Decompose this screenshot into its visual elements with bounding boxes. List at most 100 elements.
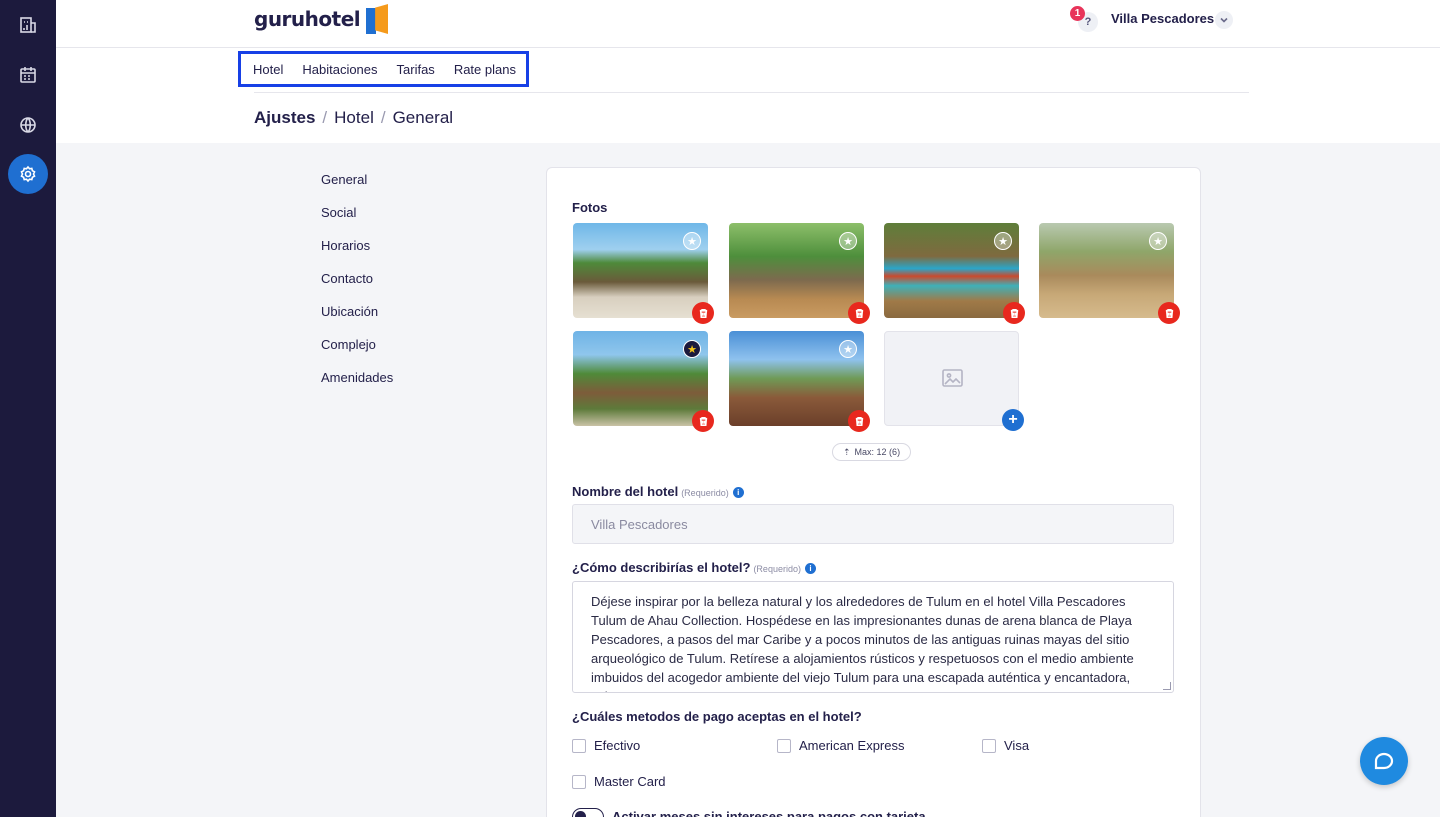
payment-option-label: Visa — [1004, 738, 1030, 753]
brand-mark-icon — [366, 4, 389, 34]
sidebar-settings-button[interactable] — [8, 154, 48, 194]
hotel-name-label-text: Nombre del hotel — [572, 484, 679, 499]
general-settings-card: Fotos ★ ★ ★ ★ ★ ★ + ⇡ Max: 12 (6) Nombre… — [546, 167, 1201, 817]
payment-option-label: Efectivo — [594, 738, 641, 753]
description-label-text: ¿Cómo describirías el hotel? — [572, 560, 751, 575]
star-icon[interactable]: ★ — [1149, 232, 1167, 250]
building-chart-icon — [20, 17, 36, 33]
tab-habitaciones[interactable]: Habitaciones — [302, 62, 377, 77]
resize-handle[interactable] — [1163, 682, 1171, 690]
delete-photo-button[interactable] — [848, 410, 870, 432]
breadcrumb: Ajustes / Hotel / General — [254, 108, 453, 128]
settings-item-contacto[interactable]: Contacto — [321, 271, 393, 304]
globe-icon — [20, 117, 36, 133]
breadcrumb-separator: / — [322, 108, 328, 127]
notification-badge: 1 — [1070, 6, 1085, 21]
info-icon[interactable]: i — [804, 563, 816, 575]
trash-icon — [699, 416, 707, 426]
hotel-photo[interactable]: ★ — [1039, 223, 1180, 324]
delete-photo-button[interactable] — [1158, 302, 1180, 324]
image-placeholder-icon — [942, 369, 963, 387]
hotel-switcher-name[interactable]: Villa Pescadores — [1111, 11, 1214, 26]
star-icon[interactable]: ★ — [994, 232, 1012, 250]
chevron-down-icon — [1220, 17, 1228, 23]
payment-option-label: American Express — [799, 738, 905, 753]
settings-item-horarios[interactable]: Horarios — [321, 238, 393, 271]
upload-limit-pill[interactable]: ⇡ Max: 12 (6) — [832, 443, 912, 461]
help-button[interactable]: ? 1 — [1070, 6, 1098, 32]
checkbox[interactable] — [572, 774, 586, 789]
tab-rate-plans[interactable]: Rate plans — [454, 62, 516, 77]
star-icon[interactable]: ★ — [683, 232, 701, 250]
description-textarea[interactable]: Déjese inspirar por la belleza natural y… — [572, 581, 1174, 693]
payment-methods-label: ¿Cuáles metodos de pago aceptas en el ho… — [572, 709, 862, 724]
star-icon[interactable]: ★ — [839, 232, 857, 250]
breadcrumb-root[interactable]: Ajustes — [254, 108, 315, 128]
trash-icon — [699, 308, 707, 318]
trash-icon — [1165, 308, 1173, 318]
required-hint: (Requerido) — [681, 488, 729, 498]
delete-photo-button[interactable] — [692, 302, 714, 324]
info-icon[interactable]: i — [732, 487, 744, 499]
brand-logo[interactable]: guruhotel — [254, 2, 389, 36]
delete-photo-button[interactable] — [848, 302, 870, 324]
hotel-name-input[interactable]: Villa Pescadores — [572, 504, 1174, 544]
tab-tarifas[interactable]: Tarifas — [397, 62, 435, 77]
settings-menu: General Social Horarios Contacto Ubicaci… — [321, 172, 393, 403]
msi-toggle[interactable] — [572, 808, 604, 817]
payment-option-label: Master Card — [594, 774, 666, 789]
hotel-photo[interactable]: ★ — [573, 223, 714, 324]
checkbox[interactable] — [982, 738, 996, 753]
breadcrumb-section[interactable]: Hotel — [334, 108, 374, 128]
breadcrumb-page: General — [392, 108, 454, 127]
sidebar-calendar-button[interactable] — [8, 55, 48, 95]
sidebar-globe-button[interactable] — [8, 105, 48, 145]
hotel-photo[interactable]: ★ — [729, 223, 870, 324]
hotel-photo[interactable]: ★ — [729, 331, 870, 432]
gear-icon — [20, 165, 36, 183]
tab-hotel[interactable]: Hotel — [253, 62, 283, 77]
required-hint: (Requerido) — [753, 564, 801, 574]
add-photo-button[interactable]: + — [1002, 409, 1024, 431]
payment-option-efectivo[interactable]: Efectivo — [572, 738, 640, 753]
calendar-icon — [20, 67, 36, 83]
header-divider — [56, 47, 1440, 48]
chat-launcher-button[interactable] — [1360, 737, 1408, 785]
hotel-photo[interactable]: ★ — [573, 331, 714, 432]
delete-photo-button[interactable] — [1003, 302, 1025, 324]
payment-option-amex[interactable]: American Express — [777, 738, 904, 753]
chat-bubble-icon — [1374, 752, 1394, 770]
trash-icon — [855, 416, 863, 426]
sidebar-dashboard-button[interactable] — [8, 5, 48, 45]
toggle-knob — [575, 811, 586, 817]
settings-item-social[interactable]: Social — [321, 205, 393, 238]
settings-tabs: Hotel Habitaciones Tarifas Rate plans — [238, 51, 529, 87]
payment-option-visa[interactable]: Visa — [982, 738, 1029, 753]
upload-icon: ⇡ — [843, 446, 851, 457]
checkbox[interactable] — [777, 738, 791, 753]
payment-option-mastercard[interactable]: Master Card — [572, 774, 666, 789]
trash-icon — [1010, 308, 1018, 318]
upload-limit-text: Max: 12 (6) — [854, 447, 901, 457]
featured-star-icon[interactable]: ★ — [683, 340, 701, 358]
breadcrumb-separator: / — [380, 108, 386, 127]
trash-icon — [855, 308, 863, 318]
brand-name: guruhotel — [254, 7, 361, 31]
hotel-switcher-toggle[interactable] — [1215, 11, 1233, 29]
tabs-divider — [254, 92, 1249, 93]
settings-item-ubicacion[interactable]: Ubicación — [321, 304, 393, 337]
add-photo-slot[interactable]: + — [884, 331, 1024, 431]
delete-photo-button[interactable] — [692, 410, 714, 432]
settings-item-amenidades[interactable]: Amenidades — [321, 370, 393, 403]
hotel-name-label: Nombre del hotel (Requerido) i — [572, 484, 744, 499]
description-text: Déjese inspirar por la belleza natural y… — [591, 594, 1134, 692]
checkbox[interactable] — [572, 738, 586, 753]
msi-toggle-label: Activar meses sin intereses para pagos c… — [612, 809, 926, 817]
sidebar — [0, 0, 56, 817]
settings-item-complejo[interactable]: Complejo — [321, 337, 393, 370]
hotel-photo[interactable]: ★ — [884, 223, 1025, 324]
top-header: guruhotel ? 1 Villa Pescadores Hotel Hab… — [56, 0, 1440, 143]
settings-item-general[interactable]: General — [321, 172, 393, 205]
photos-label: Fotos — [572, 200, 608, 215]
star-icon[interactable]: ★ — [839, 340, 857, 358]
